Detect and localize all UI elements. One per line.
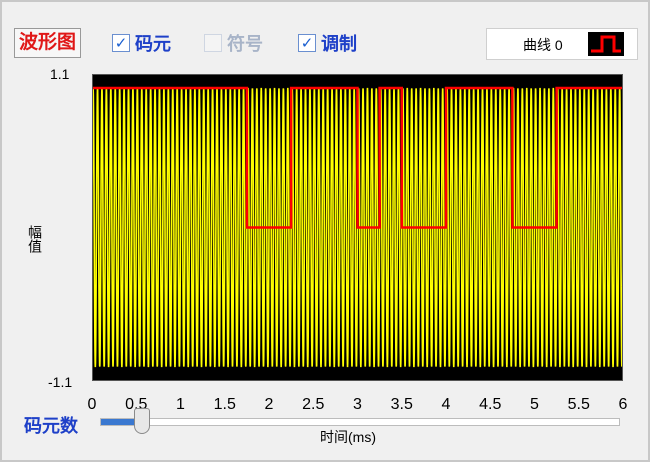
square-wave-icon [591, 35, 621, 53]
checkbox-modulation[interactable]: ✓ 调制 [298, 31, 357, 55]
x-tick-label: 5 [530, 396, 539, 413]
x-tick-label: 1.5 [213, 396, 236, 413]
x-axis-label: 时间(ms) [320, 429, 376, 445]
x-tick-label: 3 [353, 396, 362, 413]
x-tick-label: 0 [87, 396, 97, 413]
x-tick-label: 2.5 [302, 396, 325, 413]
checkbox-symbol-code[interactable]: ✓ 码元 [112, 31, 171, 55]
x-tick-label: 6 [618, 396, 628, 413]
toolbar: 波形图 ✓ 码元 ✓ 符号 ✓ 调制 曲线 0 [12, 28, 642, 60]
legend-swatch-icon[interactable] [588, 32, 624, 56]
y-axis-label: 幅值 [27, 225, 43, 253]
checkbox-label: 符号 [227, 34, 263, 54]
waveform-graph-button[interactable]: 波形图 [14, 28, 82, 58]
checkbox-icon[interactable]: ✓ [298, 34, 316, 52]
symbol-count-slider[interactable] [100, 418, 620, 426]
x-tick-label: 1 [176, 396, 185, 413]
checkbox-icon[interactable]: ✓ [112, 34, 130, 52]
checkbox-icon: ✓ [204, 34, 222, 52]
checkbox-label: 调制 [321, 34, 357, 54]
x-tick-label: 2 [264, 396, 274, 413]
y-tick-label: -1.1 [48, 374, 73, 390]
checkbox-symbol: ✓ 符号 [204, 31, 263, 55]
checkbox-label: 码元 [135, 34, 171, 54]
plot-legend[interactable]: 曲线 0 [486, 28, 638, 60]
x-tick-label: 4 [441, 396, 451, 413]
slider-thumb[interactable] [133, 408, 150, 434]
slider-label: 码元数 [24, 416, 78, 436]
waveform-plot[interactable] [92, 74, 623, 381]
y-tick-label: 1.1 [50, 66, 70, 82]
legend-label: 曲线 0 [523, 37, 563, 53]
x-tick-label: 3.5 [390, 396, 413, 413]
x-tick-label: 5.5 [567, 396, 590, 413]
x-tick-label: 4.5 [479, 396, 502, 413]
